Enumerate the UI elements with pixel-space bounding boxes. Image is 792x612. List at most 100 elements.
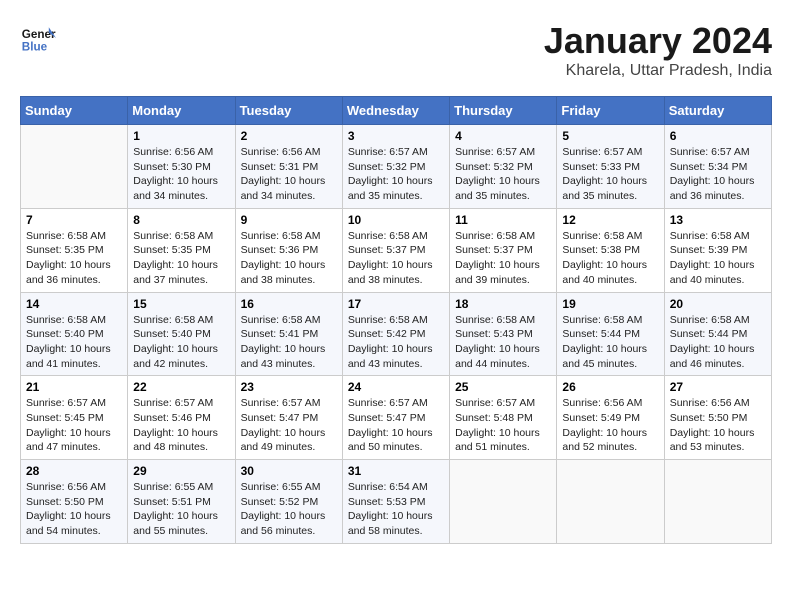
day-info: Sunrise: 6:57 AM Sunset: 5:46 PM Dayligh… (133, 396, 229, 455)
calendar-table: SundayMondayTuesdayWednesdayThursdayFrid… (20, 96, 772, 544)
calendar-cell: 29 Sunrise: 6:55 AM Sunset: 5:51 PM Dayli… (128, 460, 235, 544)
calendar-cell: 31Sunrise: 6:54 AM Sunset: 5:53 PM Dayli… (342, 460, 449, 544)
day-number: 4 (455, 129, 551, 143)
day-number: 5 (562, 129, 658, 143)
header-row: SundayMondayTuesdayWednesdayThursdayFrid… (21, 97, 772, 125)
day-number: 21 (26, 380, 122, 394)
day-info: Sunrise: 6:58 AM Sunset: 5:39 PM Dayligh… (670, 229, 766, 288)
day-info: Sunrise: 6:58 AM Sunset: 5:40 PM Dayligh… (26, 313, 122, 372)
day-number: 8 (133, 213, 229, 227)
day-number: 18 (455, 297, 551, 311)
day-info: Sunrise: 6:58 AM Sunset: 5:42 PM Dayligh… (348, 313, 444, 372)
calendar-cell: 26Sunrise: 6:56 AM Sunset: 5:49 PM Dayli… (557, 376, 664, 460)
calendar-title: January 2024 (544, 20, 772, 62)
day-number: 22 (133, 380, 229, 394)
day-number: 3 (348, 129, 444, 143)
calendar-cell: 10 Sunrise: 6:58 AM Sunset: 5:37 PM Dayli… (342, 208, 449, 292)
calendar-cell: 16Sunrise: 6:58 AM Sunset: 5:41 PM Dayli… (235, 292, 342, 376)
week-row-5: 28Sunrise: 6:56 AM Sunset: 5:50 PM Dayli… (21, 460, 772, 544)
calendar-cell: 30Sunrise: 6:55 AM Sunset: 5:52 PM Dayli… (235, 460, 342, 544)
day-number: 24 (348, 380, 444, 394)
day-number: 17 (348, 297, 444, 311)
calendar-cell: 25 Sunrise: 6:57 AM Sunset: 5:48 PM Dayli… (450, 376, 557, 460)
day-info: Sunrise: 6:58 AM Sunset: 5:38 PM Dayligh… (562, 229, 658, 288)
day-info: Sunrise: 6:57 AM Sunset: 5:48 PM Dayligh… (455, 396, 551, 455)
day-info: Sunrise: 6:58 AM Sunset: 5:41 PM Dayligh… (241, 313, 337, 372)
header-day-thursday: Thursday (450, 97, 557, 125)
calendar-cell (450, 460, 557, 544)
calendar-cell: 7 Sunrise: 6:58 AM Sunset: 5:35 PM Daylig… (21, 208, 128, 292)
page-header: General Blue January 2024 Kharela, Uttar… (20, 20, 772, 80)
calendar-cell: 8Sunrise: 6:58 AM Sunset: 5:35 PM Daylig… (128, 208, 235, 292)
week-row-2: 7 Sunrise: 6:58 AM Sunset: 5:35 PM Daylig… (21, 208, 772, 292)
svg-text:General: General (22, 28, 56, 41)
day-number: 20 (670, 297, 766, 311)
day-info: Sunrise: 6:55 AM Sunset: 5:52 PM Dayligh… (241, 480, 337, 539)
calendar-cell: 11Sunrise: 6:58 AM Sunset: 5:37 PM Dayli… (450, 208, 557, 292)
calendar-cell: 15Sunrise: 6:58 AM Sunset: 5:40 PM Dayli… (128, 292, 235, 376)
day-info: Sunrise: 6:56 AM Sunset: 5:50 PM Dayligh… (670, 396, 766, 455)
day-info: Sunrise: 6:57 AM Sunset: 5:33 PM Dayligh… (562, 145, 658, 204)
day-number: 1 (133, 129, 229, 143)
header-day-tuesday: Tuesday (235, 97, 342, 125)
day-number: 13 (670, 213, 766, 227)
calendar-cell: 5 Sunrise: 6:57 AM Sunset: 5:33 PM Daylig… (557, 125, 664, 209)
day-info: Sunrise: 6:55 AM Sunset: 5:51 PM Dayligh… (133, 480, 229, 539)
day-info: Sunrise: 6:58 AM Sunset: 5:44 PM Dayligh… (670, 313, 766, 372)
calendar-cell (664, 460, 771, 544)
day-info: Sunrise: 6:57 AM Sunset: 5:32 PM Dayligh… (348, 145, 444, 204)
day-number: 26 (562, 380, 658, 394)
calendar-cell: 18 Sunrise: 6:58 AM Sunset: 5:43 PM Dayli… (450, 292, 557, 376)
day-number: 7 (26, 213, 122, 227)
day-info: Sunrise: 6:56 AM Sunset: 5:31 PM Dayligh… (241, 145, 337, 204)
logo: General Blue (20, 20, 60, 56)
week-row-3: 14 Sunrise: 6:58 AM Sunset: 5:40 PM Dayli… (21, 292, 772, 376)
calendar-cell: 21 Sunrise: 6:57 AM Sunset: 5:45 PM Dayli… (21, 376, 128, 460)
day-info: Sunrise: 6:57 AM Sunset: 5:47 PM Dayligh… (241, 396, 337, 455)
title-block: January 2024 Kharela, Uttar Pradesh, Ind… (544, 20, 772, 80)
calendar-cell: 24 Sunrise: 6:57 AM Sunset: 5:47 PM Dayli… (342, 376, 449, 460)
calendar-cell (21, 125, 128, 209)
calendar-cell: 6Sunrise: 6:57 AM Sunset: 5:34 PM Daylig… (664, 125, 771, 209)
day-info: Sunrise: 6:57 AM Sunset: 5:47 PM Dayligh… (348, 396, 444, 455)
day-number: 2 (241, 129, 337, 143)
day-info: Sunrise: 6:57 AM Sunset: 5:34 PM Dayligh… (670, 145, 766, 204)
calendar-cell: 4 Sunrise: 6:57 AM Sunset: 5:32 PM Daylig… (450, 125, 557, 209)
day-number: 10 (348, 213, 444, 227)
header-day-sunday: Sunday (21, 97, 128, 125)
calendar-cell: 9Sunrise: 6:58 AM Sunset: 5:36 PM Daylig… (235, 208, 342, 292)
day-number: 12 (562, 213, 658, 227)
day-info: Sunrise: 6:58 AM Sunset: 5:40 PM Dayligh… (133, 313, 229, 372)
day-info: Sunrise: 6:57 AM Sunset: 5:32 PM Dayligh… (455, 145, 551, 204)
calendar-cell: 14 Sunrise: 6:58 AM Sunset: 5:40 PM Dayli… (21, 292, 128, 376)
day-info: Sunrise: 6:58 AM Sunset: 5:35 PM Dayligh… (26, 229, 122, 288)
day-info: Sunrise: 6:57 AM Sunset: 5:45 PM Dayligh… (26, 396, 122, 455)
calendar-cell: 19 Sunrise: 6:58 AM Sunset: 5:44 PM Dayli… (557, 292, 664, 376)
week-row-1: 1 Sunrise: 6:56 AM Sunset: 5:30 PM Daylig… (21, 125, 772, 209)
day-info: Sunrise: 6:58 AM Sunset: 5:37 PM Dayligh… (348, 229, 444, 288)
day-info: Sunrise: 6:56 AM Sunset: 5:30 PM Dayligh… (133, 145, 229, 204)
day-number: 29 (133, 464, 229, 478)
day-number: 31 (348, 464, 444, 478)
calendar-cell: 28Sunrise: 6:56 AM Sunset: 5:50 PM Dayli… (21, 460, 128, 544)
calendar-subtitle: Kharela, Uttar Pradesh, India (544, 62, 772, 80)
calendar-cell: 12 Sunrise: 6:58 AM Sunset: 5:38 PM Dayli… (557, 208, 664, 292)
calendar-cell: 3 Sunrise: 6:57 AM Sunset: 5:32 PM Daylig… (342, 125, 449, 209)
day-info: Sunrise: 6:56 AM Sunset: 5:50 PM Dayligh… (26, 480, 122, 539)
day-number: 9 (241, 213, 337, 227)
day-info: Sunrise: 6:58 AM Sunset: 5:43 PM Dayligh… (455, 313, 551, 372)
calendar-cell: 20 Sunrise: 6:58 AM Sunset: 5:44 PM Dayli… (664, 292, 771, 376)
logo-icon: General Blue (20, 20, 56, 56)
calendar-cell: 2 Sunrise: 6:56 AM Sunset: 5:31 PM Daylig… (235, 125, 342, 209)
calendar-cell: 23 Sunrise: 6:57 AM Sunset: 5:47 PM Dayli… (235, 376, 342, 460)
header-day-monday: Monday (128, 97, 235, 125)
day-number: 14 (26, 297, 122, 311)
day-number: 23 (241, 380, 337, 394)
calendar-cell: 27Sunrise: 6:56 AM Sunset: 5:50 PM Dayli… (664, 376, 771, 460)
day-number: 19 (562, 297, 658, 311)
day-number: 25 (455, 380, 551, 394)
day-info: Sunrise: 6:58 AM Sunset: 5:44 PM Dayligh… (562, 313, 658, 372)
calendar-cell: 1 Sunrise: 6:56 AM Sunset: 5:30 PM Daylig… (128, 125, 235, 209)
calendar-cell (557, 460, 664, 544)
calendar-cell: 17 Sunrise: 6:58 AM Sunset: 5:42 PM Dayli… (342, 292, 449, 376)
